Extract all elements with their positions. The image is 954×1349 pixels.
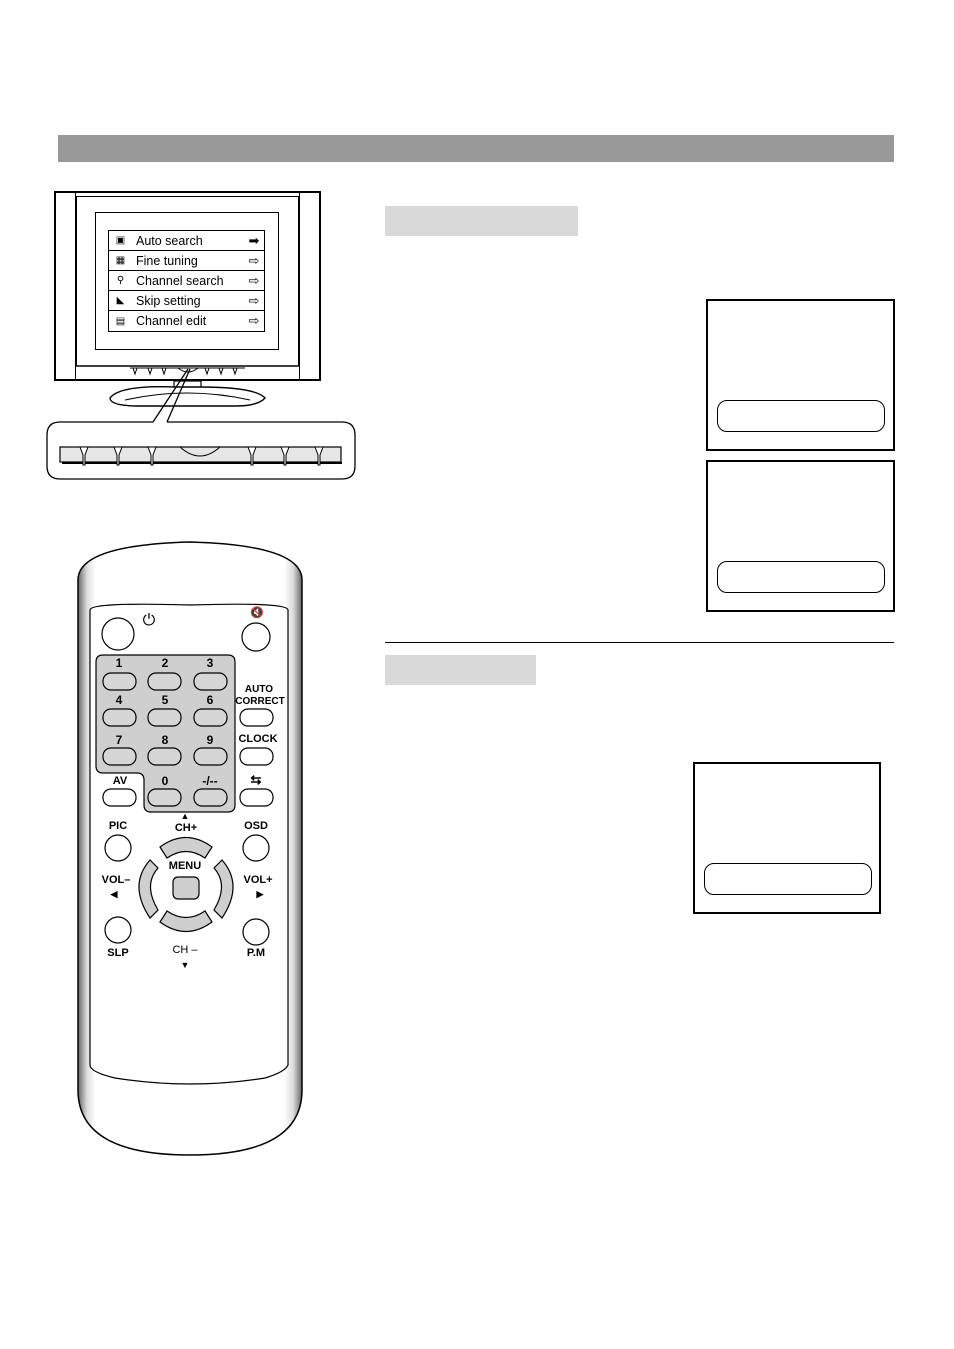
key-4-label: 4	[115, 693, 123, 707]
osd-status-bar	[704, 863, 872, 895]
slp-button[interactable]	[105, 917, 131, 943]
key-7-label: 7	[115, 733, 123, 747]
digit-toggle-button[interactable]	[194, 789, 227, 806]
osd-screen-1	[706, 299, 895, 451]
auto-label-line2: CORRECT	[235, 696, 285, 707]
tv-control-panel-zoomed	[59, 446, 342, 463]
key-4-button[interactable]	[103, 709, 136, 726]
ch-down-button[interactable]	[160, 911, 212, 941]
vol-up-label: VOL+	[243, 874, 273, 886]
pic-label: PIC	[108, 820, 128, 832]
key-2-button[interactable]	[148, 673, 181, 690]
section-heading-1	[385, 206, 578, 236]
clock-button[interactable]	[240, 748, 273, 765]
mute-button[interactable]	[242, 623, 270, 651]
left-arrow-icon: ◀	[110, 889, 118, 899]
power-icon: ⏻	[142, 612, 156, 629]
ch-up-button[interactable]	[160, 830, 212, 858]
section-heading-2	[385, 655, 536, 685]
key-6-button[interactable]	[194, 709, 227, 726]
key-5-label: 5	[161, 693, 169, 707]
osd-screen-2	[706, 460, 895, 612]
av-button[interactable]	[103, 789, 136, 806]
key-9-button[interactable]	[194, 748, 227, 765]
ch-down-label: CH –	[172, 944, 198, 956]
pic-button[interactable]	[105, 835, 131, 861]
key-6-label: 6	[206, 693, 214, 707]
swap-button[interactable]	[240, 789, 273, 806]
vol-down-button[interactable]	[136, 860, 158, 918]
osd-button[interactable]	[243, 835, 269, 861]
section-divider	[385, 642, 894, 643]
key-8-button[interactable]	[148, 748, 181, 765]
clock-label: CLOCK	[238, 733, 278, 745]
osd-status-bar	[717, 400, 885, 432]
osd-screen-3	[693, 762, 881, 914]
key-digit-toggle-label: -/--	[202, 774, 218, 788]
vol-up-button[interactable]	[214, 860, 236, 918]
vol-down-label: VOL–	[101, 874, 131, 886]
key-3-button[interactable]	[194, 673, 227, 690]
auto-correct-button[interactable]	[240, 709, 273, 726]
osd-status-bar	[717, 561, 885, 593]
mute-icon: 🔇	[250, 607, 264, 619]
menu-label: MENU	[168, 860, 202, 872]
power-button[interactable]	[102, 618, 134, 650]
key-7-button[interactable]	[103, 748, 136, 765]
key-5-button[interactable]	[148, 709, 181, 726]
key-2-label: 2	[161, 656, 169, 670]
key-8-label: 8	[161, 733, 169, 747]
pm-label: P.M	[246, 947, 266, 959]
up-arrow-icon: ▲	[180, 811, 190, 821]
pm-button[interactable]	[243, 919, 269, 945]
key-1-button[interactable]	[103, 673, 136, 690]
av-label: AV	[112, 775, 128, 787]
key-1-label: 1	[115, 656, 123, 670]
menu-button[interactable]	[173, 877, 199, 899]
key-0-button[interactable]	[148, 789, 181, 806]
key-3-label: 3	[206, 656, 214, 670]
osd-label: OSD	[244, 820, 268, 832]
tv-stand-base	[109, 386, 266, 407]
right-arrow-icon: ▶	[256, 889, 264, 899]
key-9-label: 9	[206, 733, 214, 747]
down-arrow-icon: ▼	[180, 960, 190, 970]
swap-icon: ⇆	[250, 772, 262, 787]
slp-label: SLP	[107, 947, 129, 959]
auto-label-line1: AUTO	[244, 684, 274, 695]
key-0-label: 0	[161, 774, 169, 788]
